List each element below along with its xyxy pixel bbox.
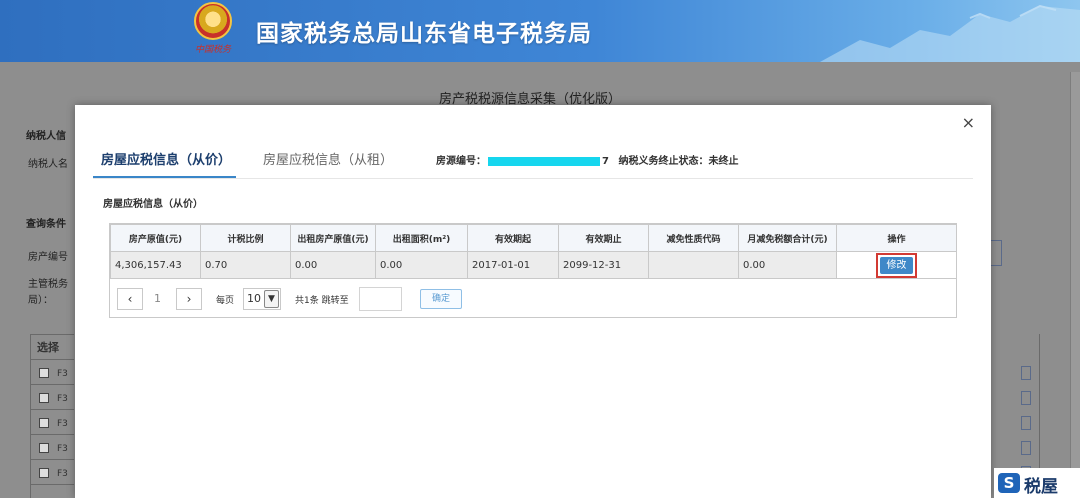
row-checkbox[interactable] (39, 368, 49, 378)
authority-label: 主管税务 (28, 279, 68, 290)
table-row: F3 (31, 435, 74, 460)
active-tab-underline (93, 176, 236, 178)
cell-valid-from: 2017-01-01 (467, 251, 559, 279)
row-checkbox[interactable] (39, 468, 49, 478)
cell-exemption-code (648, 251, 739, 279)
col-original-value: 房产原值(元) (110, 224, 201, 252)
table-row: F3 (31, 360, 74, 385)
shuiwu-watermark: S 税屋 (994, 468, 1080, 498)
query-conditions-heading: 查询条件 (26, 219, 66, 230)
watermark-text: 税屋 (1024, 477, 1058, 497)
table-row[interactable]: 4,306,157.43 0.70 0.00 0.00 2017-01-01 2… (110, 251, 957, 279)
tab-divider (93, 178, 973, 179)
per-page-label: 每页 (216, 296, 235, 306)
pagination: ‹ 1 › 每页 10 ▼ 共1条 跳转至 确定 (110, 284, 956, 316)
table-header-row: 房产原值(元) 计税比例 出租房产原值(元) 出租面积(m²) 有效期起 有效期… (110, 224, 957, 252)
row-checkbox[interactable] (39, 418, 49, 428)
col-exemption-code: 减免性质代码 (648, 224, 739, 252)
termination-status-label: 纳税义务终止状态： (618, 156, 709, 167)
row-action-button[interactable] (1021, 366, 1031, 380)
taxpayer-name-label: 纳税人名 (28, 159, 68, 170)
tax-emblem-logo: 中国税务 (190, 2, 236, 60)
property-tax-grid: 房产原值(元) 计税比例 出租房产原值(元) 出租面积(m²) 有效期起 有效期… (109, 223, 957, 318)
tab-ad-valorem[interactable]: 房屋应税信息（从价） (101, 149, 231, 168)
cell-rental-original-value: 0.00 (290, 251, 376, 279)
emblem-script: 中国税务 (194, 45, 231, 55)
table-row: F3 (31, 460, 74, 485)
current-page-number: 1 (154, 292, 161, 305)
cell-monthly-exemption: 0.00 (738, 251, 837, 279)
close-icon[interactable]: × (962, 113, 975, 132)
table-row: F3 (31, 410, 74, 435)
modal-tabs: 房屋应税信息（从价） 房屋应税信息（从租） 房源编号： 7 纳税义务终止状态：未终… (93, 143, 973, 179)
col-monthly-exemption: 月减免税额合计(元) (738, 224, 837, 252)
cell-original-value: 4,306,157.43 (110, 251, 201, 279)
table-row: F3 (31, 385, 74, 410)
row-action-button[interactable] (1021, 416, 1031, 430)
cell-tax-ratio: 0.70 (200, 251, 291, 279)
confirm-jump-button[interactable]: 确定 (420, 289, 462, 309)
prev-page-button[interactable]: ‹ (117, 288, 143, 310)
col-operation: 操作 (836, 224, 957, 252)
edit-button[interactable]: 修改 (880, 256, 913, 274)
edit-highlight-box: 修改 (876, 252, 917, 278)
cell-valid-to: 2099-12-31 (558, 251, 649, 279)
select-column-header: 选择 (31, 334, 74, 360)
col-rental-area: 出租面积(m²) (375, 224, 468, 252)
property-meta: 房源编号： 7 纳税义务终止状态：未终止 (436, 152, 738, 167)
background-table: 选择 F3 F3 F3 F3 F3 (30, 334, 74, 498)
cell-rental-area: 0.00 (375, 251, 468, 279)
property-no-label: 房产编号 (28, 252, 68, 263)
shuiwu-logo-icon: S (998, 473, 1020, 493)
tab-rental[interactable]: 房屋应税信息（从租） (263, 149, 393, 168)
great-wall-decoration (820, 4, 1080, 62)
jump-page-input[interactable] (359, 287, 402, 311)
authority-label-cont: 局）： (28, 295, 53, 306)
page-scrollbar[interactable] (1070, 72, 1080, 492)
col-valid-from: 有效期起 (467, 224, 559, 252)
next-page-button[interactable]: › (176, 288, 202, 310)
termination-status-value: 未终止 (708, 156, 739, 167)
background-input-edge (990, 240, 1002, 266)
site-header: 中国税务 国家税务总局山东省电子税务局 (0, 0, 1080, 62)
site-title: 国家税务总局山东省电子税务局 (256, 21, 592, 47)
row-action-button[interactable] (1021, 391, 1031, 405)
page-size-select[interactable]: 10 ▼ (243, 288, 281, 310)
total-and-jump-label: 共1条 跳转至 (295, 296, 349, 306)
cell-operation: 修改 (836, 251, 957, 279)
emblem-seal-icon (194, 2, 232, 40)
col-tax-ratio: 计税比例 (200, 224, 291, 252)
col-rental-original-value: 出租房产原值(元) (290, 224, 376, 252)
taxpayer-info-heading: 纳税人信 (26, 131, 66, 142)
row-checkbox[interactable] (39, 393, 49, 403)
col-valid-to: 有效期止 (558, 224, 649, 252)
section-title: 房屋应税信息（从价） (103, 199, 203, 210)
row-checkbox[interactable] (39, 443, 49, 453)
source-no-label: 房源编号： (436, 156, 486, 167)
tax-info-modal: × 房屋应税信息（从价） 房屋应税信息（从租） 房源编号： 7 纳税义务终止状态：… (75, 105, 991, 498)
chevron-down-icon[interactable]: ▼ (264, 290, 279, 308)
row-action-button[interactable] (1021, 441, 1031, 455)
masked-source-no (488, 156, 600, 166)
property-tax-table: 房产原值(元) 计税比例 出租房产原值(元) 出租面积(m²) 有效期起 有效期… (110, 224, 957, 279)
source-no-suffix: 7 (602, 156, 609, 167)
